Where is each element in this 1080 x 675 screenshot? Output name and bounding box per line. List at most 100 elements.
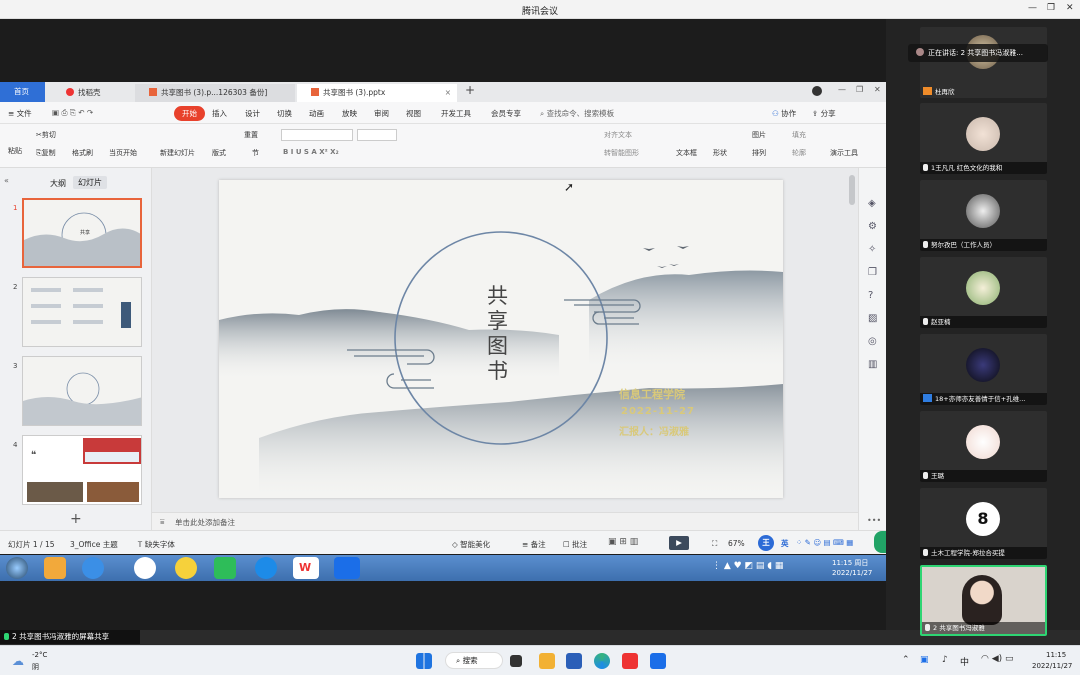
view-mode-icons[interactable]: ▣ ⊞ ▥ [608, 537, 638, 547]
network-volume-battery-icons[interactable]: ◠ ◀) ▭ [981, 654, 1014, 664]
quick-access-icons[interactable]: ▣ ⎙ ⎘ ↶ ↷ [52, 108, 93, 118]
present-tools-button[interactable]: 演示工具 [830, 148, 858, 158]
weather-desc[interactable]: 阴 [32, 662, 39, 672]
share-button[interactable]: ⇪ 分享 [812, 108, 836, 119]
tray-icons[interactable]: ⋮ ▲ ♥ ◩ ▤ ◖ ▦ [712, 561, 783, 571]
copy-icon[interactable]: ❐ [868, 261, 877, 284]
help-icon[interactable]: ? [868, 284, 877, 307]
file-explorer-icon[interactable] [539, 653, 555, 669]
windows-start-icon[interactable] [416, 653, 432, 669]
restore-icon[interactable]: ❐ [856, 85, 863, 94]
slide-thumb-1[interactable]: 共享 [22, 198, 142, 268]
arrange-button[interactable]: 排列 [752, 148, 766, 158]
book-icon[interactable]: ▥ [868, 353, 877, 376]
k-app-icon[interactable] [134, 557, 156, 579]
slide-thumb-3[interactable] [22, 356, 142, 426]
command-search[interactable]: ⌕ 查找命令、搜索模板 [540, 108, 614, 119]
close-tab-icon[interactable]: × [445, 84, 451, 102]
animation-icon[interactable]: ✧ [868, 238, 877, 261]
clock-time[interactable]: 11:15 [1046, 651, 1066, 659]
slide-canvas[interactable]: 共 享 图 书 信息工程学院 2022-11-27 汇报人：冯淑雅 [219, 180, 783, 498]
task-view-icon[interactable] [510, 655, 522, 667]
font-family-select[interactable] [281, 129, 353, 141]
tab-home[interactable]: 首页 [0, 82, 45, 102]
smart-art-button[interactable]: 转智能图形 [604, 148, 639, 158]
participant-tile[interactable]: 王璐 [920, 411, 1047, 482]
menu-animation[interactable]: 动画 [309, 108, 324, 119]
tray-overflow-icon[interactable]: ⌃ [902, 655, 910, 665]
section-button[interactable]: 节 [252, 148, 259, 158]
ime-mode[interactable]: 英 [781, 538, 789, 549]
participant-tile[interactable]: 18+亦师亦友善情于信+孔维... [920, 334, 1047, 405]
image-icon[interactable]: ▨ [868, 307, 877, 330]
menu-design[interactable]: 设计 [245, 108, 260, 119]
wps-taskbar-icon[interactable]: W [293, 557, 319, 579]
smart-beautify-button[interactable]: ◇ 智能美化 [452, 539, 490, 550]
font-size-select[interactable] [357, 129, 397, 141]
comments-toggle[interactable]: ☐ 批注 [563, 539, 587, 550]
fit-icon[interactable]: ⛶ [712, 539, 717, 549]
ime-tools-icons[interactable]: ⁘ ✎ ☺ ▤ ⌨ ▦ [796, 538, 853, 547]
menu-developer[interactable]: 开发工具 [441, 108, 471, 119]
layout-button[interactable]: 版式 [212, 148, 226, 158]
word-icon[interactable] [566, 653, 582, 669]
menu-file[interactable]: ≡ 文件 [8, 108, 32, 119]
clock-date[interactable]: 2022/11/27 [1032, 662, 1072, 670]
reset-button[interactable]: 重置 [244, 130, 258, 140]
meeting-taskbar-icon[interactable] [334, 557, 360, 579]
font-style-buttons[interactable]: B I U S A X² X₂ [283, 148, 339, 156]
align-text-button[interactable]: 对齐文本 [604, 130, 632, 140]
meeting-tray-icon[interactable]: ▣ [920, 655, 929, 665]
close-icon[interactable]: ✕ [874, 85, 881, 94]
slide-date[interactable]: 2022-11-27 [621, 406, 695, 417]
tab-active-file[interactable]: 共享图书 (3).pptx × [297, 84, 457, 102]
avatar[interactable] [812, 86, 822, 96]
location-icon[interactable]: ◎ [868, 330, 877, 353]
copy-button[interactable]: ⎘复制 [36, 148, 56, 158]
menu-slideshow[interactable]: 放映 [342, 108, 357, 119]
more-icon[interactable]: ••• [867, 516, 881, 525]
weather-temp[interactable]: -2°C [32, 651, 47, 659]
taskbar-search[interactable]: ⌕ 搜索 [445, 652, 503, 669]
outline-button[interactable]: 轮廓 [792, 148, 806, 158]
slide-school[interactable]: 信息工程学院 [619, 386, 685, 402]
tab-outline[interactable]: 大纲 [50, 178, 66, 189]
slide-title[interactable]: 共 享 图 书 [487, 284, 513, 384]
picture-button[interactable]: 图片 [752, 130, 766, 140]
slide-thumb-4[interactable]: ❝ [22, 435, 142, 505]
menu-view[interactable]: 视图 [406, 108, 421, 119]
add-slide-icon[interactable]: + [70, 511, 82, 527]
menu-transition[interactable]: 切换 [277, 108, 292, 119]
menu-review[interactable]: 审阅 [374, 108, 389, 119]
new-slide-button[interactable]: 新建幻灯片 [160, 148, 195, 158]
minimize-icon[interactable]: — [838, 85, 846, 94]
fill-button[interactable]: 填充 [792, 130, 806, 140]
cut-button[interactable]: ✂剪切 [36, 130, 56, 140]
iqiyi-icon[interactable] [214, 557, 236, 579]
notes-bar[interactable]: ⩸ 单击此处添加备注 [152, 512, 858, 530]
mic-tray-icon[interactable]: ♪ [942, 655, 948, 665]
participant-tile-active[interactable]: 2 共享图书冯淑雅 [920, 565, 1047, 636]
slide-thumb-2[interactable] [22, 277, 142, 347]
participant-tile[interactable]: 杜再欣 [920, 27, 1047, 98]
ime-indicator[interactable]: 中 [960, 655, 969, 668]
ime-logo-icon[interactable]: 王 [758, 535, 774, 551]
close-icon[interactable]: ✕ [1066, 3, 1074, 13]
participant-tile[interactable]: 8 土木工程学院-郑拉合买提 [920, 488, 1047, 559]
collapse-icon[interactable]: « [4, 176, 9, 185]
format-painter-button[interactable]: 格式刷 [72, 148, 93, 158]
collab-button[interactable]: ⚇ 协作 [772, 108, 796, 119]
qq-icon[interactable] [175, 557, 197, 579]
property-icon[interactable]: ◈ [868, 192, 877, 215]
missing-font-button[interactable]: Ꭲ 缺失字体 [138, 539, 175, 550]
menu-insert[interactable]: 插入 [212, 108, 227, 119]
minimize-icon[interactable]: — [1028, 3, 1037, 13]
participant-tile[interactable]: 赵亚楠 [920, 257, 1047, 328]
play-from-current-button[interactable]: 当页开始 [109, 148, 137, 158]
tab-backup-file[interactable]: 共享图书 (3).p...126303 备份] [135, 84, 295, 102]
edge-icon[interactable] [594, 653, 610, 669]
ie-icon[interactable] [255, 557, 277, 579]
play-icon[interactable]: ▶ [669, 536, 689, 550]
add-tab-icon[interactable]: + [465, 83, 475, 97]
participant-tile[interactable]: 努尔孜巴（工作人员） [920, 180, 1047, 251]
